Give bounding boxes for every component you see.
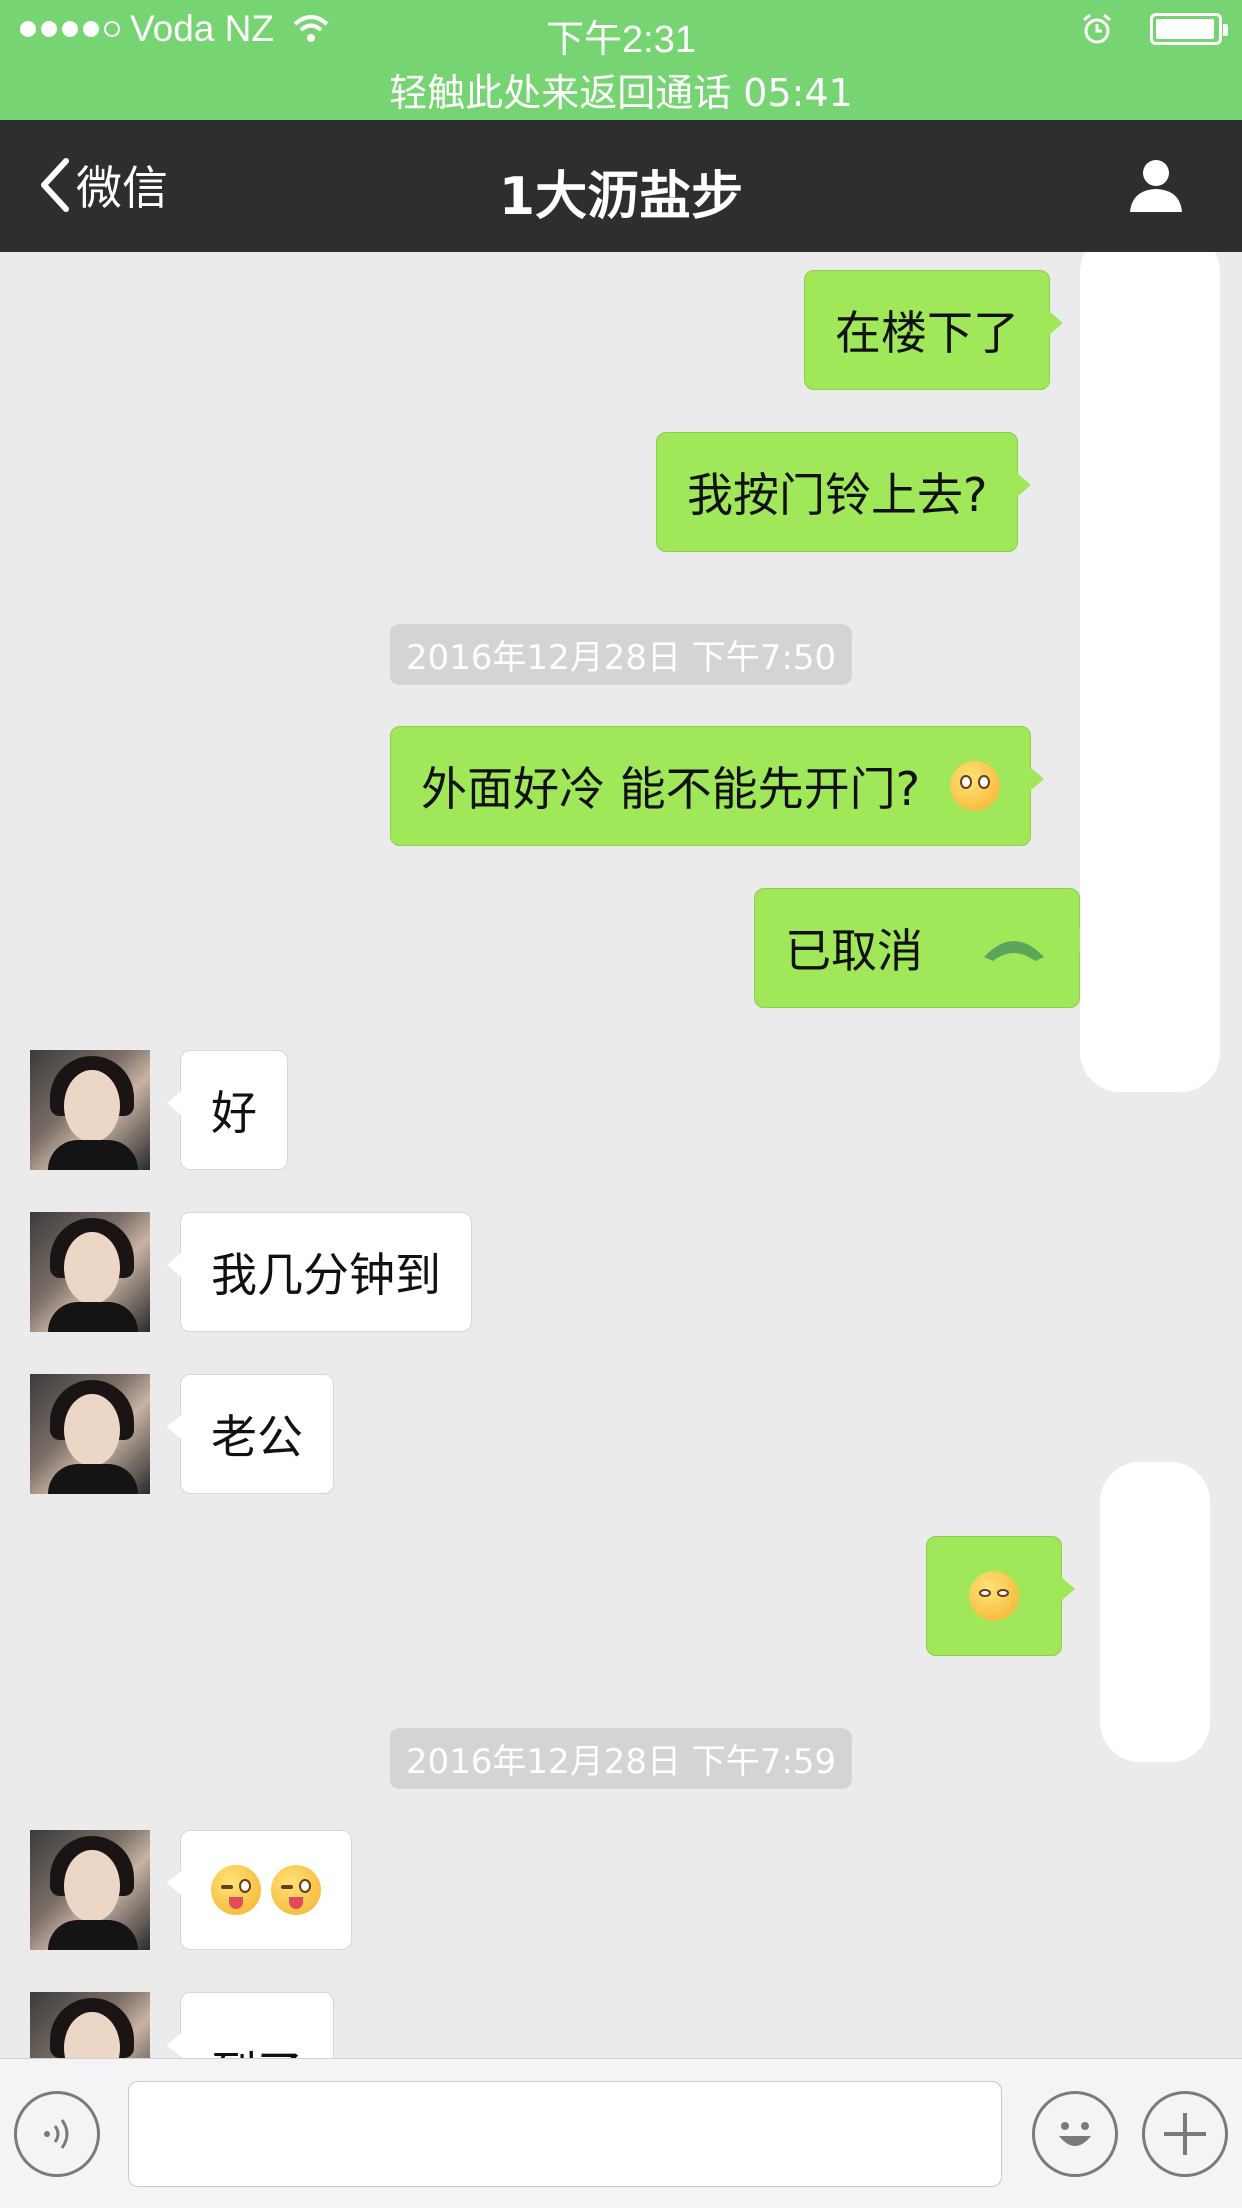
timestamp-divider: 2016年12月28日 下午7:59 xyxy=(389,1728,853,1789)
more-button[interactable] xyxy=(1142,2091,1228,2177)
message-bubble-outgoing[interactable]: 外面好冷 能不能先开门? xyxy=(390,726,1045,846)
message-input[interactable] xyxy=(128,2081,1002,2187)
chat-title: 1大沥盐步 xyxy=(498,167,744,227)
plus-icon xyxy=(1164,2113,1206,2155)
alarm-icon xyxy=(1083,13,1111,44)
status-right xyxy=(1080,12,1228,46)
voice-button[interactable] xyxy=(14,2091,100,2177)
message-bubble-incoming[interactable]: 老公 xyxy=(167,1374,334,1494)
timestamp-divider: 2016年12月28日 下午7:50 xyxy=(389,624,853,685)
message-bubble-incoming[interactable]: 到了 xyxy=(167,1992,334,2058)
winking-tongue-emoji xyxy=(271,1865,321,1915)
flushed-face-emoji xyxy=(950,761,1001,811)
winking-tongue-emoji xyxy=(211,1865,261,1915)
emoji-button[interactable] xyxy=(1032,2091,1118,2177)
smiley-icon xyxy=(1059,2122,1091,2146)
message-bubble-outgoing[interactable] xyxy=(926,1536,1075,1656)
contact-avatar[interactable] xyxy=(30,1992,150,2058)
message-bubble-incoming[interactable] xyxy=(167,1830,352,1950)
status-bar[interactable]: Voda NZ 下午2:31 轻触此处来返回通话 05:41 xyxy=(0,0,1242,120)
battery-icon xyxy=(1150,13,1228,45)
redaction-scribble xyxy=(1080,252,1220,1092)
message-bubble-outgoing[interactable]: 我按门铃上去? xyxy=(656,432,1032,552)
return-to-call-banner[interactable]: 轻触此处来返回通话 05:41 xyxy=(0,62,1242,117)
contact-avatar[interactable] xyxy=(30,1374,150,1494)
redaction-scribble xyxy=(1100,1462,1210,1762)
voice-icon xyxy=(44,2119,69,2149)
message-bubble-outgoing[interactable]: 在楼下了 xyxy=(804,270,1063,390)
contact-avatar[interactable] xyxy=(30,1830,150,1950)
message-bubble-incoming[interactable]: 我几分钟到 xyxy=(167,1212,472,1332)
contact-avatar[interactable] xyxy=(30,1050,150,1170)
contact-avatar[interactable] xyxy=(30,1212,150,1332)
smiling-face-emoji xyxy=(969,1571,1019,1621)
chat-area[interactable]: 在楼下了 我按门铃上去? 2016年12月28日 下午7:50 外面好冷 能不能… xyxy=(0,252,1242,2058)
status-time: 下午2:31 xyxy=(546,19,696,61)
profile-icon[interactable] xyxy=(1126,156,1186,216)
call-cancelled-bubble[interactable]: 已取消 xyxy=(754,888,1093,1008)
message-bubble-incoming[interactable]: 好 xyxy=(167,1050,288,1170)
nav-bar: 微信 1大沥盐步 xyxy=(0,120,1242,252)
phone-hangup-icon xyxy=(984,941,1044,961)
input-bar xyxy=(0,2058,1242,2208)
